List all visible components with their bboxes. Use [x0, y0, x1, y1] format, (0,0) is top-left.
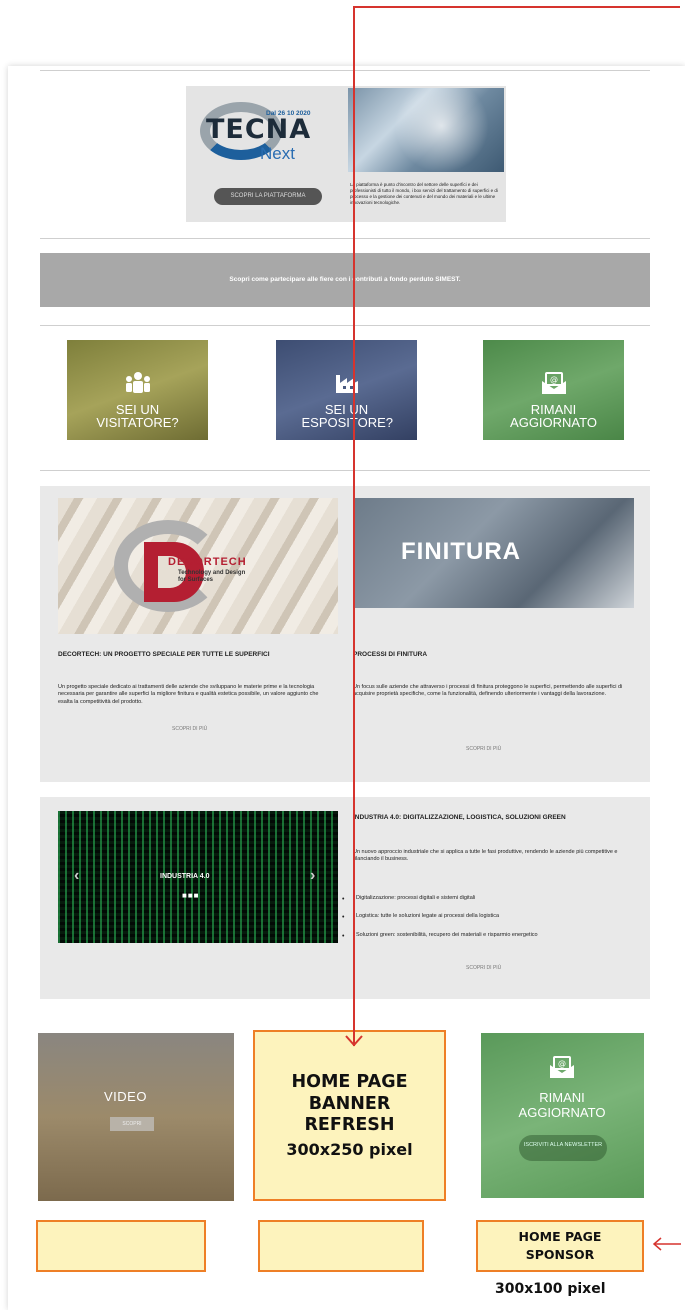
slider-caption: INDUSTRIA 4.0 — [160, 873, 210, 880]
tile-label: SEI UN ESPOSITORE? — [301, 401, 394, 431]
annotation-line — [353, 6, 680, 8]
article-title[interactable]: DECORTECH: UN PROGETTO SPECIALE PER TUTT… — [58, 650, 328, 659]
industry-bullet-list: Digitalizzazione: processi digitali e si… — [342, 895, 622, 950]
read-more-link[interactable]: SCOPRI DI PIÙ — [466, 746, 501, 752]
simest-banner[interactable]: Scopri come partecipare alle fiere con i… — [40, 253, 650, 307]
ad-line: BANNER — [308, 1093, 391, 1114]
svg-text:@: @ — [558, 1059, 566, 1068]
industry-slider[interactable]: ‹ › INDUSTRIA 4.0 ■■■ — [58, 811, 338, 943]
stay-updated-label: RIMANI AGGIORNATO — [518, 1090, 606, 1120]
list-item: Logistica: tutte le soluzioni legate ai … — [342, 913, 622, 923]
divider — [40, 470, 650, 471]
discover-platform-button[interactable]: SCOPRI LA PIATTAFORMA — [214, 188, 322, 205]
ad-size: 300x250 pixel — [286, 1139, 413, 1159]
decortech-logo-sub: Technology and Design for Surfaces — [178, 570, 246, 584]
hero-network-image — [348, 88, 504, 172]
visitor-tile[interactable]: SEI UN VISITATORE? — [67, 340, 208, 440]
divider — [40, 325, 650, 326]
stay-updated-tile[interactable]: @ RIMANI AGGIORNATO — [483, 340, 624, 440]
small-ad-placeholder — [258, 1220, 424, 1272]
list-item: Soluzioni green: sostenibilità, recupero… — [342, 932, 622, 942]
tecna-next-banner[interactable]: TECNA Dal 26 10 2020 Next SCOPRI LA PIAT… — [186, 86, 506, 222]
slider-dots[interactable]: ■■■ — [182, 891, 200, 900]
divider — [40, 238, 650, 239]
ad-line: SPONSOR — [525, 1247, 595, 1262]
event-date: Dal 26 10 2020 — [266, 110, 311, 117]
newsletter-icon: @ — [540, 371, 568, 395]
newsletter-button[interactable]: ISCRIVITI ALLA NEWSLETTER — [519, 1135, 607, 1161]
video-tile[interactable]: VIDEO SCOPRI — [38, 1033, 234, 1201]
decortech-logo-text: DECORTECH — [168, 556, 247, 568]
sponsor-ad-placeholder: HOME PAGE SPONSOR — [476, 1220, 644, 1272]
list-item: Digitalizzazione: processi digitali e si… — [342, 895, 622, 905]
chevron-right-icon[interactable]: › — [310, 867, 315, 885]
industry-card: ‹ › INDUSTRIA 4.0 ■■■ INDUSTRIA 4.0: DIG… — [40, 797, 650, 999]
article-title[interactable]: PROCESSI DI FINITURA — [353, 650, 623, 659]
article-body: Un focus sulle aziende che attraverso i … — [353, 684, 623, 698]
video-button[interactable]: SCOPRI — [110, 1117, 154, 1131]
hero-description: La piattaforma è punto d'incontro del se… — [350, 182, 498, 205]
video-label: VIDEO — [104, 1089, 147, 1104]
tile-label: SEI UN VISITATORE? — [96, 401, 179, 431]
finitura-image-label: FINITURA — [401, 538, 521, 565]
article-body: Un progetto speciale dedicato ai trattam… — [58, 684, 319, 705]
stay-updated-banner[interactable]: @ RIMANI AGGIORNATO ISCRIVITI ALLA NEWSL… — [481, 1033, 644, 1198]
article-title[interactable]: INDUSTRIA 4.0: DIGITALIZZAZIONE, LOGISTI… — [353, 813, 623, 822]
chevron-left-icon[interactable]: ‹ — [74, 867, 79, 885]
exhibitor-tile[interactable]: SEI UN ESPOSITORE? — [276, 340, 417, 440]
factory-icon — [333, 371, 361, 395]
annotation-line — [353, 6, 355, 1046]
decortech-image[interactable]: DECORTECH Technology and Design for Surf… — [58, 498, 338, 634]
divider — [40, 70, 650, 71]
sponsor-ad-size: 300x100 pixel — [495, 1281, 606, 1297]
arrow-down-icon — [344, 1034, 364, 1050]
small-ad-placeholder — [36, 1220, 206, 1272]
tile-label: RIMANI AGGIORNATO — [510, 401, 597, 431]
ad-line: REFRESH — [304, 1115, 395, 1136]
article-body: Un nuovo approccio industriale che si ap… — [353, 849, 618, 863]
newsletter-icon: @ — [549, 1055, 575, 1085]
arrow-left-icon — [651, 1236, 681, 1255]
visitors-icon — [124, 371, 152, 395]
ad-line: HOME PAGE — [291, 1072, 408, 1093]
logo-sub: Next — [260, 144, 295, 163]
svg-text:@: @ — [550, 375, 558, 384]
ad-line: HOME PAGE — [518, 1228, 602, 1244]
home-banner-ad-placeholder: HOME PAGE BANNER REFRESH 300x250 pixel — [253, 1030, 446, 1201]
articles-card: DECORTECH Technology and Design for Surf… — [40, 486, 650, 782]
finitura-image[interactable]: FINITURA — [353, 498, 634, 608]
read-more-link[interactable]: SCOPRI DI PIÙ — [466, 965, 501, 971]
read-more-link[interactable]: SCOPRI DI PIÙ — [172, 726, 207, 732]
